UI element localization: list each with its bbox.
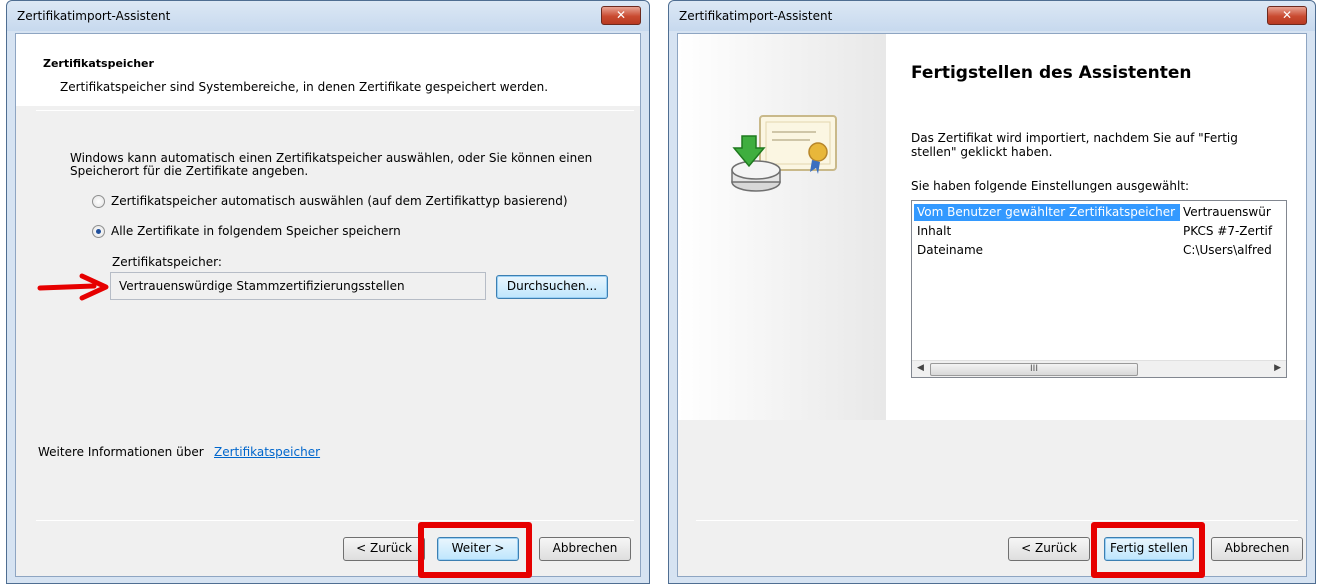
close-button[interactable]: ✕	[1267, 6, 1307, 25]
cancel-button[interactable]: Abbrechen	[1211, 537, 1303, 561]
divider	[36, 110, 634, 111]
back-button[interactable]: < Zurück	[1008, 537, 1090, 561]
title-bar[interactable]: Zertifikatimport-Assistent ✕	[669, 1, 1315, 31]
setting-name: Dateiname	[917, 243, 984, 257]
red-arrow-icon	[37, 273, 109, 301]
scroll-right-icon[interactable]: ▶	[1274, 363, 1281, 373]
settings-label: Sie haben folgende Einstellungen ausgewä…	[911, 179, 1190, 193]
annotation-highlight-finish	[1091, 522, 1205, 578]
setting-value: PKCS #7-Zertif	[1183, 224, 1273, 238]
more-info-link[interactable]: Zertifikatspeicher	[214, 445, 320, 459]
footer-divider	[36, 520, 634, 521]
radio-manual-label: Alle Zertifikate in folgendem Speicher s…	[111, 224, 401, 238]
title-bar[interactable]: Zertifikatimport-Assistent ✕	[7, 1, 649, 31]
window-title: Zertifikatimport-Assistent	[679, 9, 833, 23]
scroll-thumb[interactable]: III	[930, 363, 1138, 376]
radio-auto-select[interactable]: Zertifikatspeicher automatisch auswählen…	[92, 194, 568, 208]
wizard-body: Zertifikatspeicher Zertifikatspeicher si…	[15, 33, 641, 578]
close-icon: ✕	[615, 8, 627, 22]
wizard-header: Zertifikatspeicher Zertifikatspeicher si…	[16, 34, 640, 106]
cancel-button[interactable]: Abbrechen	[539, 537, 631, 561]
info-text-line1: Das Zertifikat wird importiert, nachdem …	[911, 131, 1238, 145]
setting-name: Inhalt	[917, 224, 952, 238]
radio-auto-label: Zertifikatspeicher automatisch auswählen…	[111, 194, 568, 208]
footer-divider	[696, 520, 1298, 521]
radio-manual-select[interactable]: Alle Zertifikate in folgendem Speicher s…	[92, 224, 401, 238]
close-icon: ✕	[1281, 8, 1293, 22]
wizard-window-finish: Zertifikatimport-Assistent ✕ Fertigstell…	[668, 0, 1316, 584]
store-field[interactable]: Vertrauenswürdige Stammzertifizierungsst…	[110, 272, 486, 300]
window-title: Zertifikatimport-Assistent	[17, 9, 171, 23]
back-button[interactable]: < Zurück	[343, 537, 425, 561]
settings-list[interactable]: Vom Benutzer gewählter Zertifikatspeiche…	[911, 200, 1287, 378]
store-value: Vertrauenswürdige Stammzertifizierungsst…	[119, 279, 405, 293]
wizard-window-store: Zertifikatimport-Assistent ✕ Zertifikats…	[6, 0, 650, 584]
setting-value: C:\Users\alfred	[1183, 243, 1272, 257]
store-label: Zertifikatspeicher:	[112, 255, 222, 269]
certificate-import-icon	[731, 115, 837, 192]
page-heading: Fertigstellen des Assistenten	[911, 63, 1192, 83]
intro-text-line2: Speicherort für die Zertifikate angeben.	[70, 164, 309, 178]
close-button[interactable]: ✕	[601, 6, 641, 25]
radio-checked-icon[interactable]	[92, 224, 105, 238]
page-description: Zertifikatspeicher sind Systembereiche, …	[60, 80, 549, 94]
more-info-text: Weitere Informationen über	[38, 445, 204, 459]
horizontal-scrollbar[interactable]: ◀ III ▶	[912, 360, 1286, 377]
wizard-body: Fertigstellen des Assistenten Das Zertif…	[677, 33, 1307, 578]
info-text-line2: stellen" geklickt haben.	[911, 145, 1053, 159]
setting-name: Vom Benutzer gewählter Zertifikatspeiche…	[914, 204, 1180, 221]
setting-value: Vertrauenswür	[1183, 205, 1271, 219]
page-title: Zertifikatspeicher	[43, 57, 154, 70]
radio-unchecked-icon[interactable]	[92, 194, 105, 208]
scroll-left-icon[interactable]: ◀	[917, 363, 924, 373]
annotation-highlight-next	[418, 522, 532, 578]
wizard-side-panel	[678, 34, 886, 420]
browse-button[interactable]: Durchsuchen...	[496, 275, 608, 299]
